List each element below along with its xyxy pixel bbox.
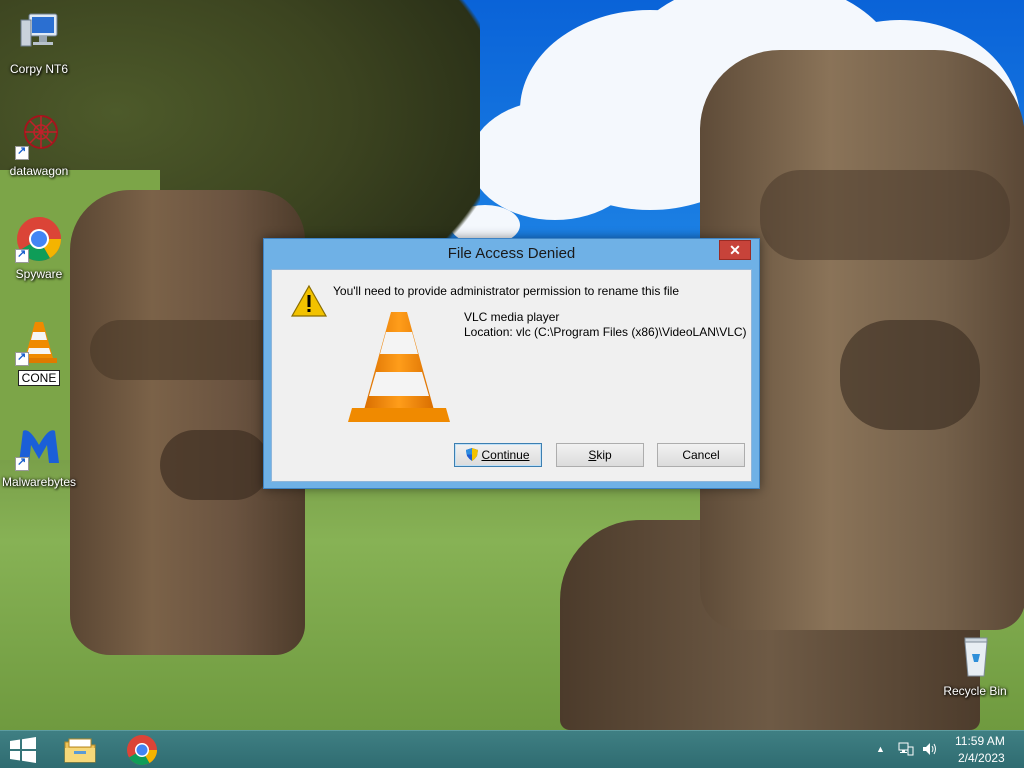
- desktop-icon-label: datawagon: [9, 164, 69, 178]
- show-hidden-icons-button[interactable]: ▲: [876, 744, 885, 754]
- desktop-icon-label: Recycle Bin: [943, 684, 1007, 698]
- close-icon: ✕: [729, 242, 741, 258]
- desktop-icon-cone[interactable]: CONE: [0, 318, 78, 386]
- dialog-body: You'll need to provide administrator per…: [271, 269, 752, 482]
- uac-shield-icon: [466, 446, 479, 461]
- app-name: VLC media player: [464, 310, 560, 324]
- cancel-button[interactable]: Cancel: [657, 443, 745, 467]
- clock-date[interactable]: 2/4/2023: [958, 751, 1005, 765]
- shortcut-arrow-icon: [15, 144, 29, 160]
- continue-label: ontinue: [490, 448, 530, 462]
- clock-time[interactable]: 11:59 AM: [955, 734, 1005, 748]
- file-access-denied-dialog: File Access Denied ✕ You'll need to prov…: [263, 238, 760, 489]
- taskbar-chrome[interactable]: [122, 734, 162, 766]
- skip-label: kip: [596, 448, 612, 462]
- network-icon[interactable]: [898, 742, 914, 759]
- desktop-icon-label: Corpy NT6: [9, 62, 68, 76]
- desktop-icon-label: CONE: [17, 370, 61, 386]
- desktop-icon-label: Malwarebytes: [1, 475, 77, 489]
- start-button[interactable]: [8, 737, 38, 763]
- computer-icon: [15, 10, 63, 58]
- shortcut-arrow-icon: [15, 247, 29, 263]
- desktop-icon-datawagon[interactable]: datawagon: [0, 112, 78, 178]
- chrome-icon: [127, 735, 157, 766]
- skip-button[interactable]: Skip: [556, 443, 644, 467]
- continue-button[interactable]: Continue: [454, 443, 542, 467]
- warning-icon: [290, 284, 328, 318]
- app-location: Location: vlc (C:\Program Files (x86)\Vi…: [464, 325, 747, 339]
- desktop-icon-label: Spyware: [15, 267, 63, 281]
- file-explorer-icon: [64, 738, 96, 763]
- chrome-icon: [15, 215, 63, 263]
- desktop-icon-recycle-bin[interactable]: Recycle Bin: [936, 632, 1014, 698]
- desktop-icon-malwarebytes[interactable]: Malwarebytes: [0, 423, 78, 489]
- desktop-icon-spyware[interactable]: Spyware: [0, 215, 78, 281]
- desktop-icon-corpy-nt6[interactable]: Corpy NT6: [0, 10, 78, 76]
- malwarebytes-icon: [15, 423, 63, 471]
- volume-icon[interactable]: [922, 742, 938, 759]
- shortcut-arrow-icon: [15, 455, 29, 471]
- close-button[interactable]: ✕: [719, 240, 751, 260]
- vlc-icon: [346, 310, 452, 426]
- dialog-title: File Access Denied: [447, 245, 576, 262]
- dialog-message: You'll need to provide administrator per…: [333, 284, 680, 298]
- taskbar-file-explorer[interactable]: [60, 734, 100, 766]
- continue-mnemonic: C: [481, 448, 491, 462]
- cancel-label: Cancel: [682, 448, 720, 462]
- shortcut-arrow-icon: [15, 350, 29, 366]
- vlc-icon: [15, 318, 63, 366]
- recycle-bin-icon: [951, 632, 999, 680]
- taskbar: ▲ 11:59 AM 2/4/2023: [0, 730, 1024, 768]
- datawagon-icon: [15, 112, 63, 160]
